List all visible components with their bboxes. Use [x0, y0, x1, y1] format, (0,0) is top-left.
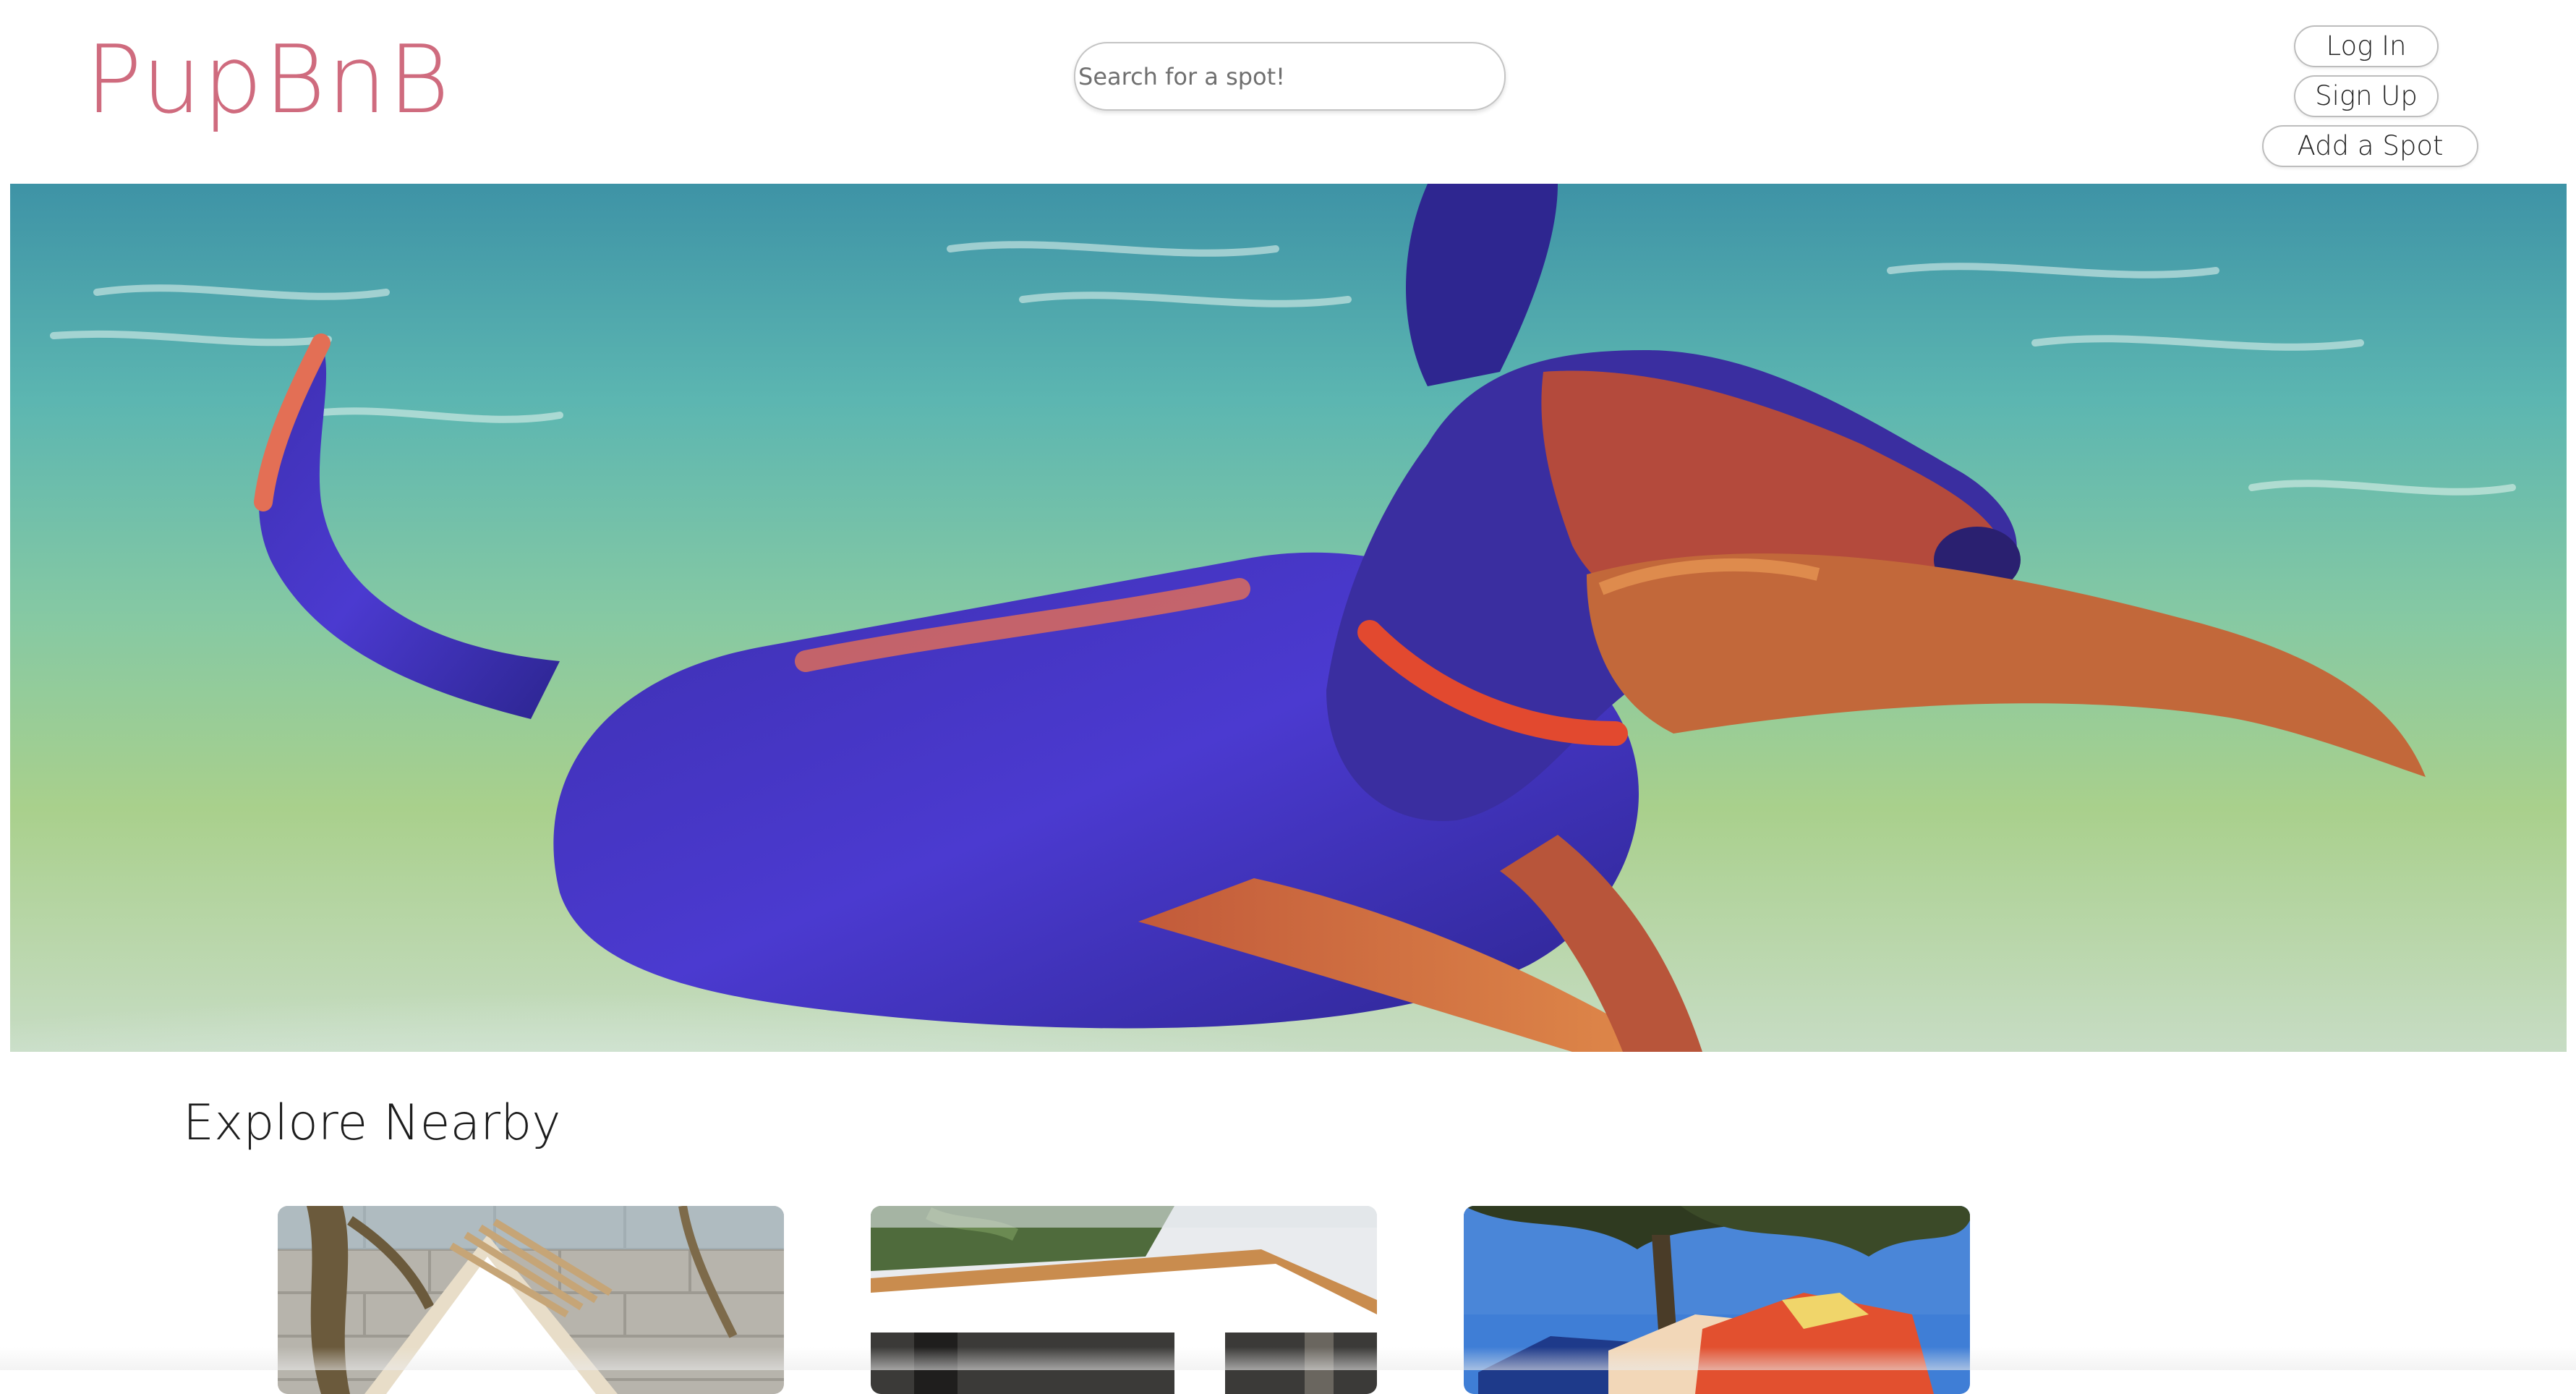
spot-card[interactable] — [871, 1206, 1377, 1394]
explore-nearby-heading: Explore Nearby — [183, 1095, 561, 1152]
spot-card[interactable] — [1464, 1206, 1970, 1394]
spot-image[interactable] — [1464, 1206, 1970, 1394]
signup-button[interactable]: Sign Up — [2294, 75, 2439, 117]
hero-image — [10, 184, 2567, 1052]
login-button[interactable]: Log In — [2294, 25, 2439, 67]
search-input[interactable] — [1074, 42, 1506, 111]
spot-image[interactable] — [278, 1206, 784, 1394]
add-spot-button[interactable]: Add a Spot — [2262, 125, 2478, 167]
spot-image[interactable] — [871, 1206, 1377, 1394]
site-header: PupBnB Log In Sign Up Add a Spot — [0, 0, 2576, 184]
spot-card[interactable] — [278, 1206, 784, 1394]
site-logo[interactable]: PupBnB — [85, 22, 451, 137]
